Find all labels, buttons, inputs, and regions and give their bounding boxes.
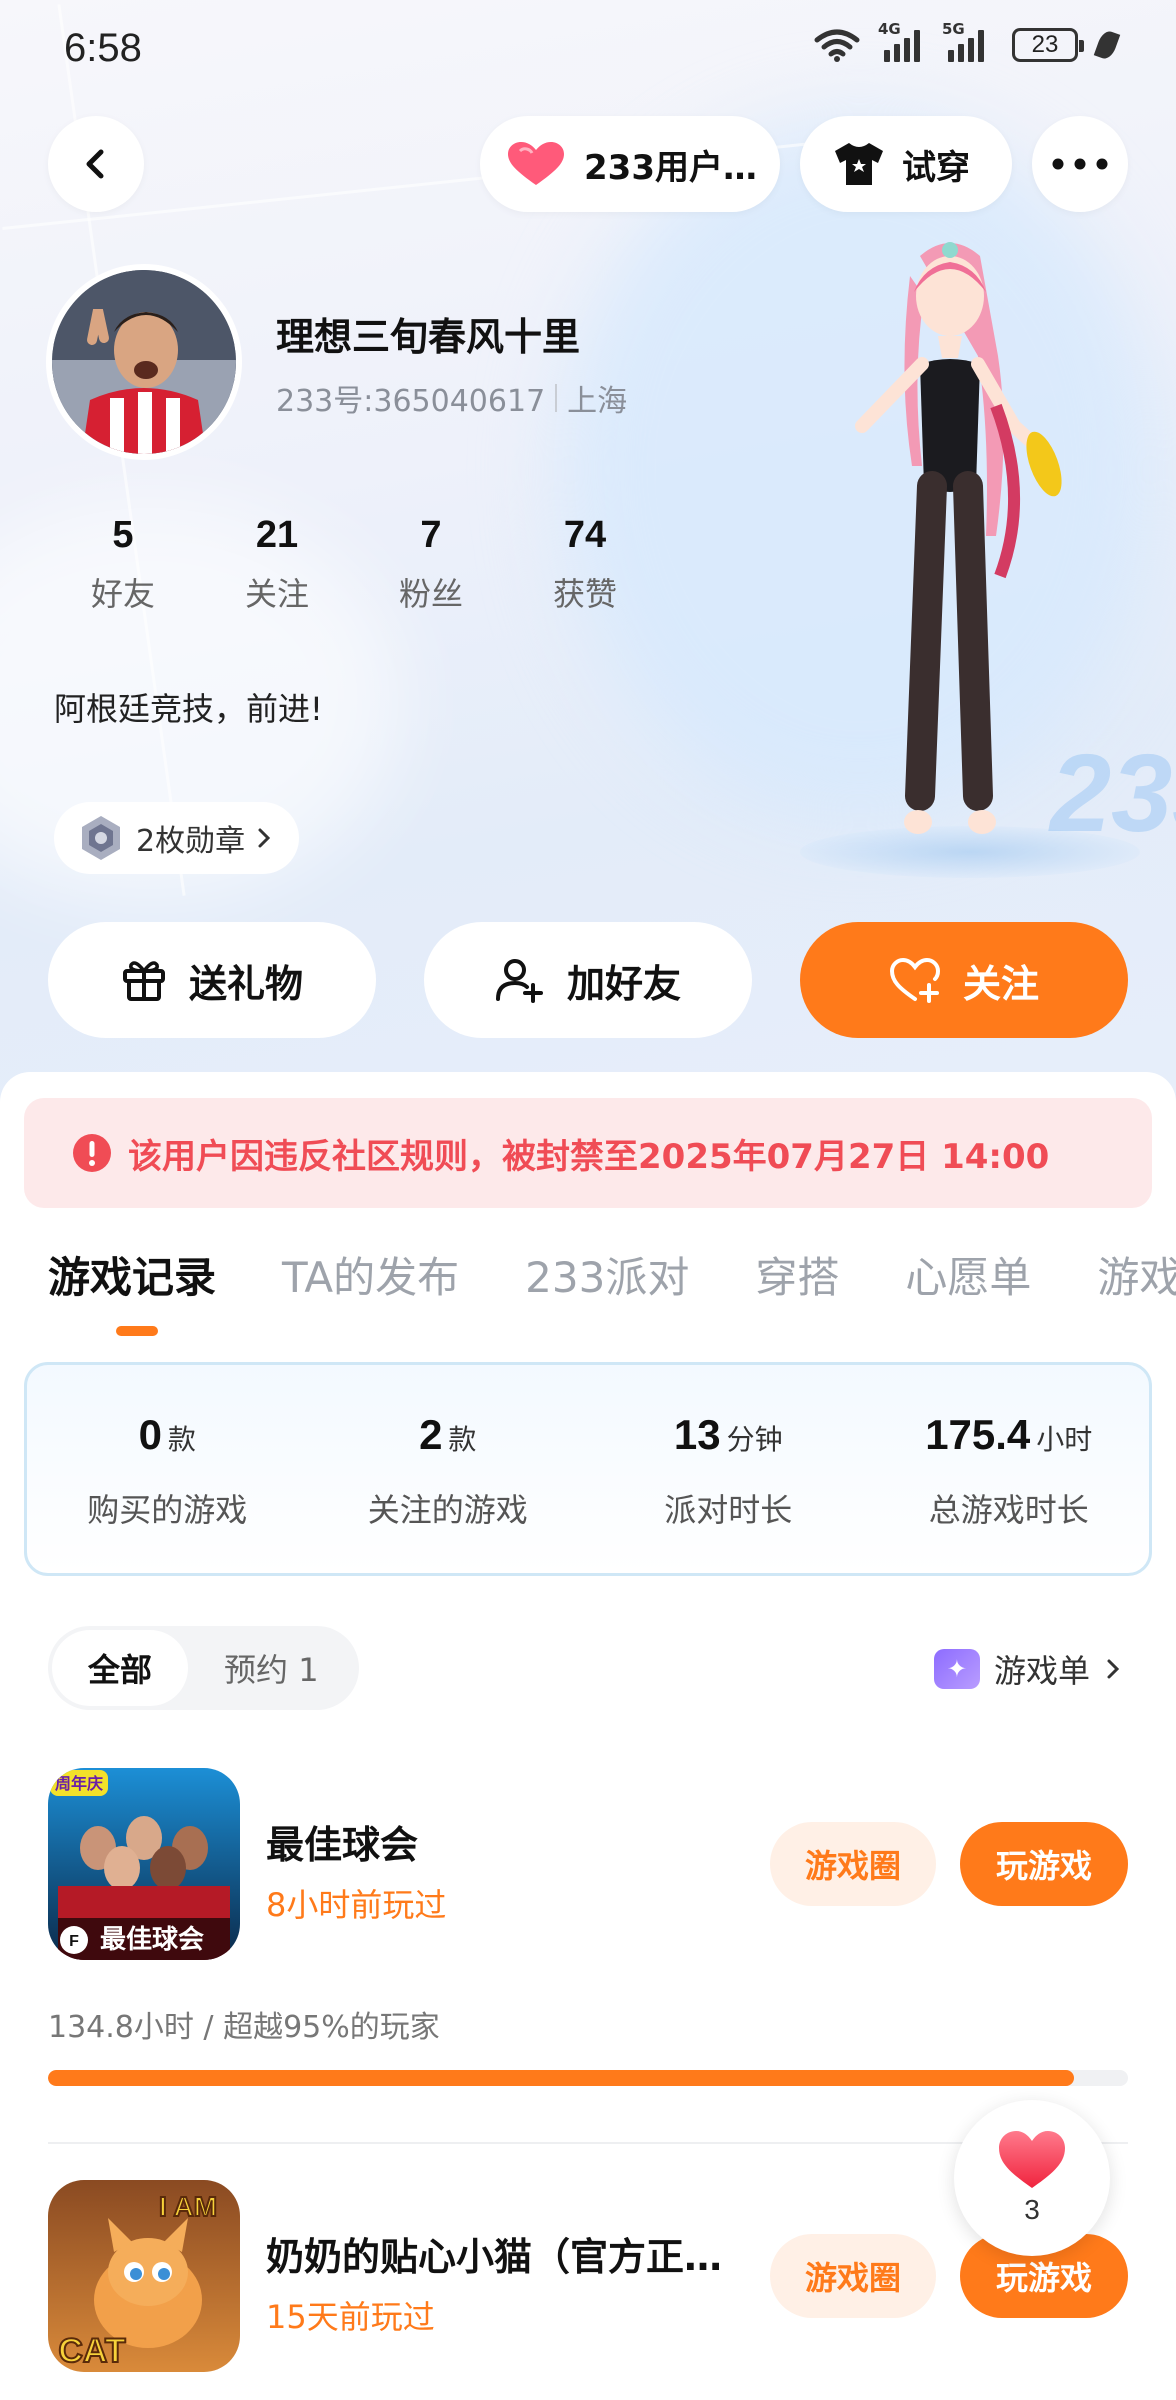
add-friend-label: 加好友 xyxy=(566,961,681,1006)
follow-button[interactable]: 关注 xyxy=(800,922,1128,1038)
wifi-icon xyxy=(814,29,860,62)
game-last-played: 15天前玩过 xyxy=(266,2298,435,2336)
summary-total-time: 175.4 小时 总游戏时长 xyxy=(925,1411,1093,1529)
filter-reserve[interactable]: 预约 1 xyxy=(188,1630,355,1706)
stat-following[interactable]: 21 关注 xyxy=(200,514,354,615)
likes-pill-button[interactable]: 233用户… xyxy=(480,116,780,212)
svg-text:最佳球会: 最佳球会 xyxy=(100,1925,204,1955)
medals-label: 2枚勋章 xyxy=(136,824,246,859)
game-list-link[interactable]: ✦ 游戏单 xyxy=(933,1646,1122,1692)
avatar-photo xyxy=(52,270,236,454)
user-bio: 阿根廷竞技，前进! xyxy=(54,690,323,728)
try-on-label: 试穿 xyxy=(902,147,970,188)
like-count: 3 xyxy=(1024,2194,1040,2225)
add-user-icon xyxy=(495,959,543,1003)
tab-233-party[interactable]: 233派对 xyxy=(525,1244,689,1305)
profile-stats: 5 好友 21 关注 7 粉丝 74 获赞 xyxy=(46,514,662,615)
send-gift-label: 送礼物 xyxy=(188,961,303,1006)
follow-label: 关注 xyxy=(962,961,1039,1006)
game-circle-button[interactable]: 游戏圈 xyxy=(770,1822,936,1906)
game-filter: 全部 预约 1 xyxy=(48,1626,359,1710)
game-icon-best-club[interactable]: F 最佳球会 周年庆 xyxy=(48,1768,240,1960)
game-summary-box: 0款 购买的游戏 2款 关注的游戏 13 分钟 派对时长 175.4 小时 总游戏时… xyxy=(24,1362,1152,1576)
playtime-progress-fill xyxy=(48,2070,1074,2086)
game-icon-cat[interactable]: I AM CAT xyxy=(48,2180,240,2372)
tab-posts[interactable]: TA的发布 xyxy=(282,1244,459,1305)
battery-icon: 23 xyxy=(1012,28,1084,62)
ban-notice: 该用户因违反社区规则，被封禁至2025年07月27日 14:00 xyxy=(24,1098,1152,1208)
tab-outfits[interactable]: 穿搭 xyxy=(755,1244,839,1305)
game-item: F 最佳球会 周年庆 最佳球会 8小时前玩过 游戏圈 玩游戏 134.8小时 /… xyxy=(0,1768,1176,2048)
play-game-button[interactable]: 玩游戏 xyxy=(960,1822,1128,1906)
likes-pill-label: 233用户… xyxy=(584,147,757,188)
tab-indicator xyxy=(116,1326,158,1336)
try-on-button[interactable]: 试穿 xyxy=(800,116,1012,212)
more-icon xyxy=(1052,158,1108,170)
gift-icon xyxy=(122,961,165,1001)
status-bar: 6:58 4G 5G 23 xyxy=(0,0,1176,100)
sparkle-icon: ✦ xyxy=(933,1649,980,1689)
summary-party-time: 13 分钟 派对时长 xyxy=(664,1411,793,1529)
tshirt-icon xyxy=(835,143,883,185)
svg-text:I AM: I AM xyxy=(159,2191,217,2222)
power-saving-icon xyxy=(1093,28,1121,62)
avatar[interactable] xyxy=(46,264,242,460)
game-last-played: 8小时前玩过 xyxy=(266,1886,447,1924)
profile-tabs: 游戏记录 TA的发布 233派对 穿搭 心愿单 游戏 xyxy=(48,1244,1176,1305)
summary-followed: 2款 关注的游戏 xyxy=(367,1411,528,1529)
signal-5g-icon: 5G xyxy=(942,20,984,62)
divider xyxy=(555,384,558,412)
status-time: 6:58 xyxy=(64,26,142,70)
user-name: 理想三旬春风十里 xyxy=(276,315,581,359)
playtime-progress-bar xyxy=(48,2070,1128,2086)
user-id-line: 233号:365040617 上海 xyxy=(276,376,627,420)
medal-icon xyxy=(82,816,120,860)
heart-icon xyxy=(508,142,564,185)
summary-purchased: 0款 购买的游戏 xyxy=(87,1411,248,1529)
stat-likes[interactable]: 74 获赞 xyxy=(508,514,662,615)
send-gift-button[interactable]: 送礼物 xyxy=(48,922,376,1038)
back-arrow-icon xyxy=(86,149,104,179)
medals-button[interactable]: 2枚勋章 xyxy=(54,802,300,874)
avatar-character-image[interactable] xyxy=(800,236,1100,856)
svg-text:CAT: CAT xyxy=(58,2332,126,2370)
heart-plus-icon xyxy=(889,957,940,1003)
more-options-button[interactable] xyxy=(1032,116,1128,212)
game-name[interactable]: 奶奶的贴心小猫（官方正… xyxy=(266,2226,722,2281)
game-list-label: 游戏单 xyxy=(993,1652,1090,1690)
tab-games[interactable]: 游戏 xyxy=(1097,1244,1176,1305)
add-friend-button[interactable]: 加好友 xyxy=(424,922,752,1038)
user-location: 上海 xyxy=(567,384,628,419)
user-id: 233号:365040617 xyxy=(276,384,546,419)
warning-icon xyxy=(73,1134,111,1172)
stat-followers[interactable]: 7 粉丝 xyxy=(354,514,508,615)
game-circle-button[interactable]: 游戏圈 xyxy=(770,2234,936,2318)
floating-like-button[interactable]: 3 xyxy=(954,2100,1110,2256)
svg-text:周年庆: 周年庆 xyxy=(55,1774,103,1793)
chevron-right-icon xyxy=(1107,1659,1120,1679)
stat-friends[interactable]: 5 好友 xyxy=(46,514,200,615)
game-playtime: 134.8小时 / 超越95%的玩家 xyxy=(48,2010,440,2045)
chevron-right-icon xyxy=(258,828,271,848)
ban-notice-text: 该用户因违反社区规则，被封禁至2025年07月27日 14:00 xyxy=(128,1136,1050,1177)
tab-wishlist[interactable]: 心愿单 xyxy=(905,1244,1031,1305)
signal-4g-icon: 4G xyxy=(878,20,920,62)
tab-game-records[interactable]: 游戏记录 xyxy=(48,1244,216,1305)
heart-icon xyxy=(999,2131,1065,2188)
svg-text:F: F xyxy=(69,1933,79,1950)
filter-all[interactable]: 全部 xyxy=(52,1630,189,1706)
back-button[interactable] xyxy=(48,116,144,212)
game-name[interactable]: 最佳球会 xyxy=(266,1814,418,1869)
